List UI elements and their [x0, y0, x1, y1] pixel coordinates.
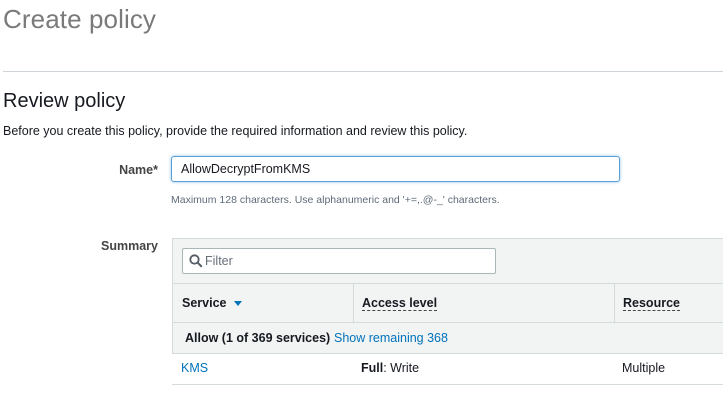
- filter-box[interactable]: [182, 248, 496, 274]
- filter-input[interactable]: [205, 249, 485, 273]
- column-service-label: Service: [182, 296, 227, 310]
- table-row: KMS Full: Write Multiple: [172, 354, 723, 385]
- search-icon: [189, 254, 203, 268]
- summary-panel: Service Access level Resource Allow (1 o…: [172, 238, 723, 385]
- policy-name-input[interactable]: [171, 156, 620, 182]
- service-link-kms[interactable]: KMS: [181, 361, 208, 375]
- column-header-access-level[interactable]: Access level: [353, 284, 614, 322]
- filter-bar: [173, 239, 723, 284]
- divider: [3, 71, 723, 72]
- column-access-level-label: Access level: [362, 296, 438, 311]
- name-label: Name*: [119, 163, 158, 177]
- access-level-rest: : Write: [383, 361, 420, 375]
- group-label: Allow (1 of 369 services): [185, 331, 331, 345]
- access-level-value: Full: Write: [361, 361, 419, 375]
- table-header: Service Access level Resource: [173, 284, 723, 323]
- name-hint: Maximum 128 characters. Use alphanumeric…: [171, 194, 500, 206]
- show-remaining-link[interactable]: Show remaining 368: [334, 331, 448, 345]
- section-title: Review policy: [3, 90, 126, 112]
- page-title: Create policy: [3, 4, 157, 34]
- column-header-service[interactable]: Service: [173, 284, 353, 322]
- column-header-resource[interactable]: Resource: [614, 284, 723, 322]
- group-row: Allow (1 of 369 services) Show remaining…: [173, 323, 723, 354]
- section-description: Before you create this policy, provide t…: [3, 124, 468, 138]
- access-level-bold: Full: [361, 361, 384, 375]
- sort-descending-icon: [234, 301, 243, 307]
- summary-label: Summary: [101, 239, 158, 253]
- resource-value: Multiple: [622, 361, 666, 375]
- column-resource-label: Resource: [623, 296, 680, 311]
